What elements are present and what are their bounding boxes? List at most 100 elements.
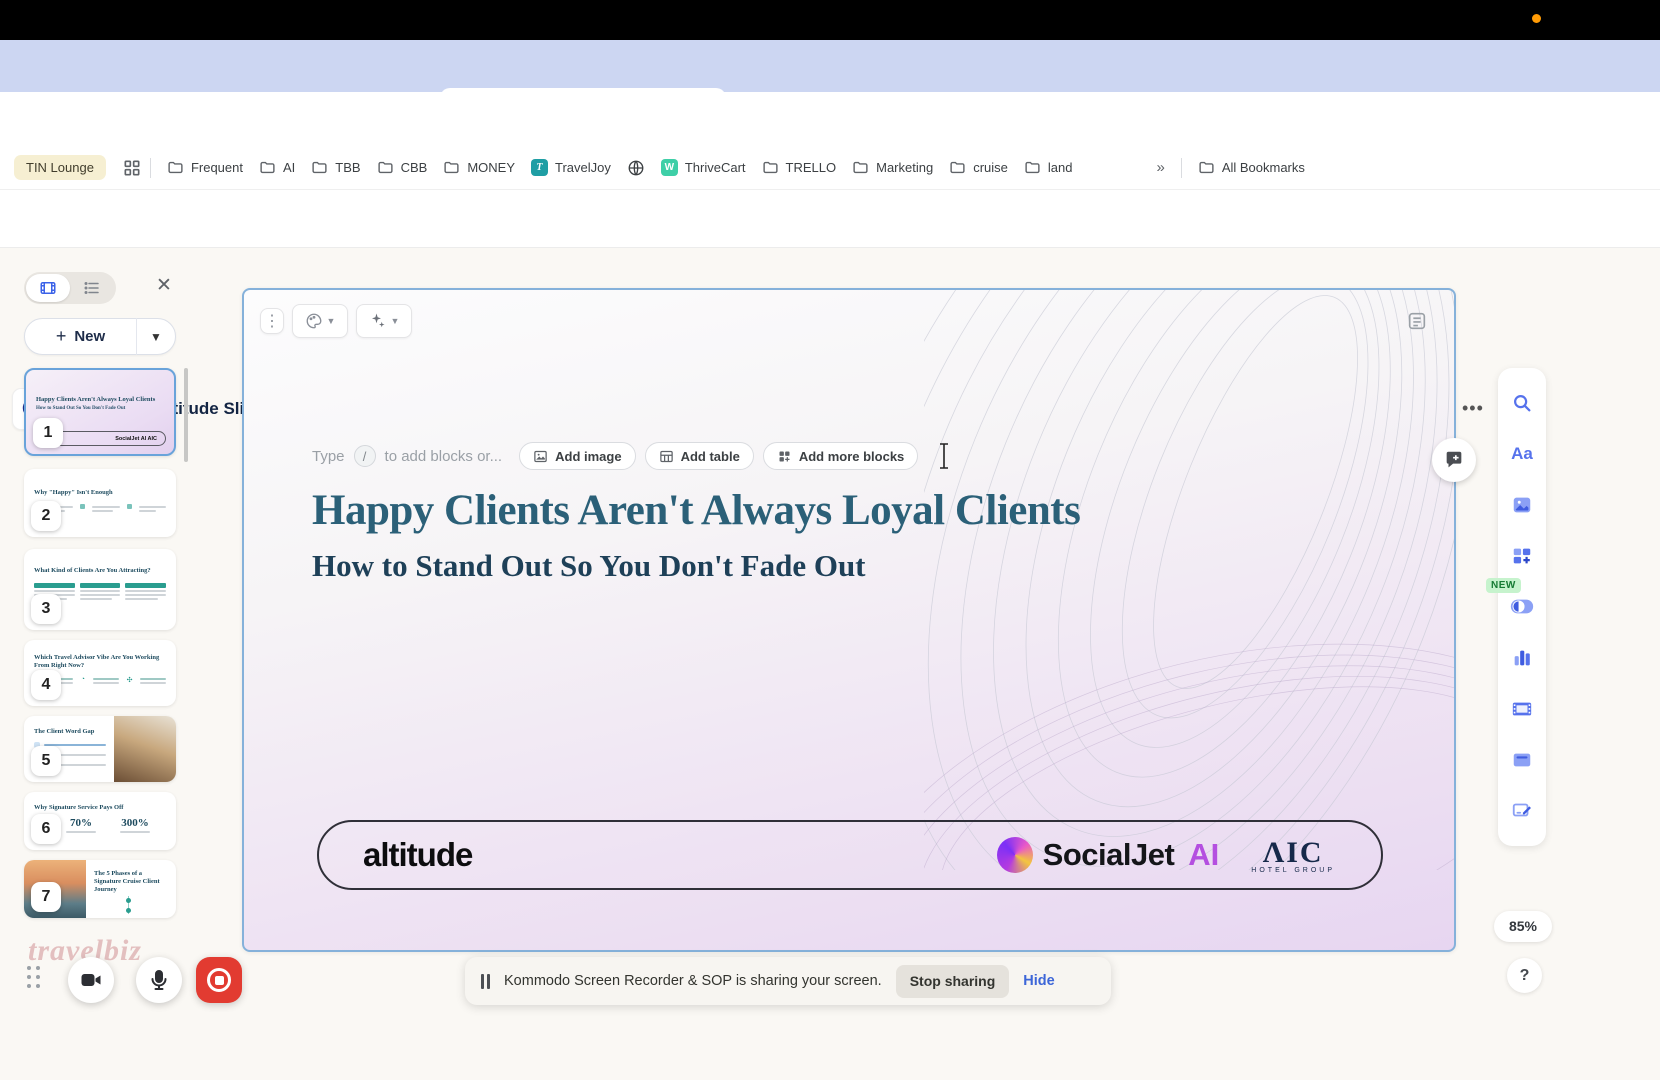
slide-thumbnail-3[interactable]: What Kind of Clients Are You Attracting?… <box>24 549 176 630</box>
add-more-blocks-button[interactable]: Add more blocks <box>763 442 918 470</box>
thumbnail-scrollbar[interactable] <box>184 368 188 462</box>
new-slide-split-button[interactable]: +New ▼ <box>24 318 176 355</box>
add-blocks-icon[interactable] <box>1510 544 1534 568</box>
slide-number-badge: 6 <box>31 814 61 844</box>
text-style-icon[interactable]: Aa <box>1510 442 1534 466</box>
camera-toggle-button[interactable] <box>68 957 114 1003</box>
slide-number-badge: 5 <box>31 746 61 776</box>
card-color-button[interactable]: ▼ <box>292 304 348 338</box>
new-dropdown-chevron-icon[interactable]: ▼ <box>137 330 175 344</box>
add-image-button[interactable]: Add image <box>519 442 635 470</box>
palette-icon <box>305 312 323 330</box>
apps-grid-icon[interactable] <box>122 158 142 178</box>
stop-recording-button[interactable] <box>196 957 242 1003</box>
chart-icon[interactable] <box>1510 646 1534 670</box>
sparkles-icon <box>369 312 387 330</box>
swirl-line-art <box>924 288 1456 870</box>
bookmarks-divider <box>150 158 151 178</box>
bookmark-traveljoy[interactable]: T TravelJoy <box>523 155 619 180</box>
bookmarks-bar: TIN Lounge Frequent AI TBB CBB MONEY T T… <box>0 146 1660 190</box>
thrivecart-icon: W <box>661 159 678 176</box>
video-icon[interactable] <box>1510 697 1534 721</box>
bookmarks-overflow-chevrons[interactable]: » <box>1148 155 1172 180</box>
placeholder-text: Type <box>312 448 345 465</box>
theme-toggle-icon[interactable] <box>1510 595 1534 619</box>
socialjet-logo-icon <box>997 837 1033 873</box>
all-bookmarks[interactable]: All Bookmarks <box>1190 155 1313 180</box>
thumb-title: Why Signature Service Pays Off <box>24 792 176 812</box>
card-ai-button[interactable]: ▼ <box>356 304 412 338</box>
socialjet-logo: SocialJet <box>1043 837 1175 873</box>
slide-subtitle[interactable]: How to Stand Out So You Don't Fade Out <box>312 548 866 584</box>
microphone-toggle-button[interactable] <box>136 957 182 1003</box>
hide-link[interactable]: Hide <box>1023 973 1054 989</box>
bookmark-cbb[interactable]: CBB <box>369 155 436 180</box>
add-block-placeholder-row: Type / to add blocks or... Add image Add… <box>312 442 951 470</box>
table-icon <box>659 449 674 464</box>
folder-icon <box>377 159 394 176</box>
slide-thumbnail-5[interactable]: The Client Word Gap 5 <box>24 716 176 782</box>
slide-logo-bar: altitude SocialJet AI ΛIC HOTEL GROUP <box>317 820 1383 890</box>
bookmark-frequent[interactable]: Frequent <box>159 155 251 180</box>
stop-sharing-button[interactable]: Stop sharing <box>896 965 1010 998</box>
folder-icon <box>1024 159 1041 176</box>
bookmark-ai[interactable]: AI <box>251 155 303 180</box>
slide-number-badge: 1 <box>33 418 63 448</box>
folder-icon <box>259 159 276 176</box>
close-panel-icon[interactable]: ✕ <box>156 274 172 297</box>
folder-icon <box>852 159 869 176</box>
slide-thumbnail-2[interactable]: Why "Happy" Isn't Enough 2 <box>24 469 176 537</box>
block-drag-handle[interactable]: ⋮ <box>260 308 284 334</box>
thumb-title: Happy Clients Aren't Always Loyal Client… <box>36 396 164 404</box>
filmstrip-view-icon[interactable] <box>26 274 70 302</box>
slide-thumbnail-4[interactable]: Which Travel Advisor Vibe Are You Workin… <box>24 640 176 706</box>
bookmark-globe[interactable] <box>619 155 653 181</box>
bookmark-marketing[interactable]: Marketing <box>844 155 941 180</box>
help-button[interactable]: ? <box>1507 958 1542 993</box>
insert-toolbar: Aa <box>1498 368 1546 846</box>
thumb-stat: 70% <box>66 817 96 829</box>
embed-icon[interactable] <box>1510 748 1534 772</box>
slide-number-badge: 4 <box>31 670 61 700</box>
blocks-icon <box>777 449 792 464</box>
recorder-drag-handle[interactable] <box>27 966 40 988</box>
slide-thumbnail-7[interactable]: The 5 Phases of a Signature Cruise Clien… <box>24 860 176 918</box>
folder-icon <box>311 159 328 176</box>
bookmark-tbb[interactable]: TBB <box>303 155 368 180</box>
folder-icon <box>762 159 779 176</box>
thumb-subtitle: How to Stand Out So You Don't Fade Out <box>36 406 164 411</box>
stop-icon <box>207 968 231 992</box>
thumb-title: Why "Happy" Isn't Enough <box>24 469 176 497</box>
slide-canvas[interactable]: ⋮ ▼ ▼ Type / to add blocks or... Add ima… <box>242 288 1456 952</box>
recording-indicator-dot <box>1532 14 1541 23</box>
slide-thumbnail-6[interactable]: Why Signature Service Pays Off 70% 300% … <box>24 792 176 850</box>
bookmark-trello[interactable]: TRELLO <box>754 155 845 180</box>
browser-toolbar: gamma.app/docs/DRAFT-Altitude-Slides-sau… <box>0 92 1660 146</box>
slide-thumbnail-1[interactable]: Happy Clients Aren't Always Loyal Client… <box>24 368 176 456</box>
thumbnail-view-toggle[interactable] <box>24 272 116 304</box>
list-view-icon[interactable] <box>70 274 114 302</box>
thumb-title: Which Travel Advisor Vibe Are You Workin… <box>24 640 176 670</box>
zoom-level[interactable]: 85% <box>1494 911 1552 942</box>
placeholder-text: to add blocks or... <box>385 448 503 465</box>
slide-title[interactable]: Happy Clients Aren't Always Loyal Client… <box>312 486 1080 535</box>
bookmark-thrivecart[interactable]: W ThriveCart <box>653 155 754 180</box>
folder-icon <box>949 159 966 176</box>
gamma-header: G ❯ DRAFT: Altitude Slides Theme Share A… <box>0 190 1660 248</box>
tab-group-chip[interactable]: TIN Lounge <box>14 155 106 180</box>
header-more-icon[interactable]: ••• <box>1462 398 1484 419</box>
card-template-icon[interactable] <box>1406 310 1428 332</box>
add-comment-button[interactable] <box>1432 438 1476 482</box>
add-table-button[interactable]: Add table <box>645 442 754 470</box>
bookmark-cruise[interactable]: cruise <box>941 155 1016 180</box>
bookmark-money[interactable]: MONEY <box>435 155 523 180</box>
new-slide-button[interactable]: +New <box>25 326 136 347</box>
form-edit-icon[interactable] <box>1510 798 1534 822</box>
bookmarks-divider <box>1181 158 1182 178</box>
image-icon <box>533 449 548 464</box>
bookmark-land[interactable]: land <box>1016 155 1081 180</box>
share-bar-grip[interactable] <box>481 974 490 989</box>
image-icon[interactable] <box>1510 493 1534 517</box>
microphone-icon <box>147 968 171 992</box>
search-icon[interactable] <box>1510 391 1534 415</box>
